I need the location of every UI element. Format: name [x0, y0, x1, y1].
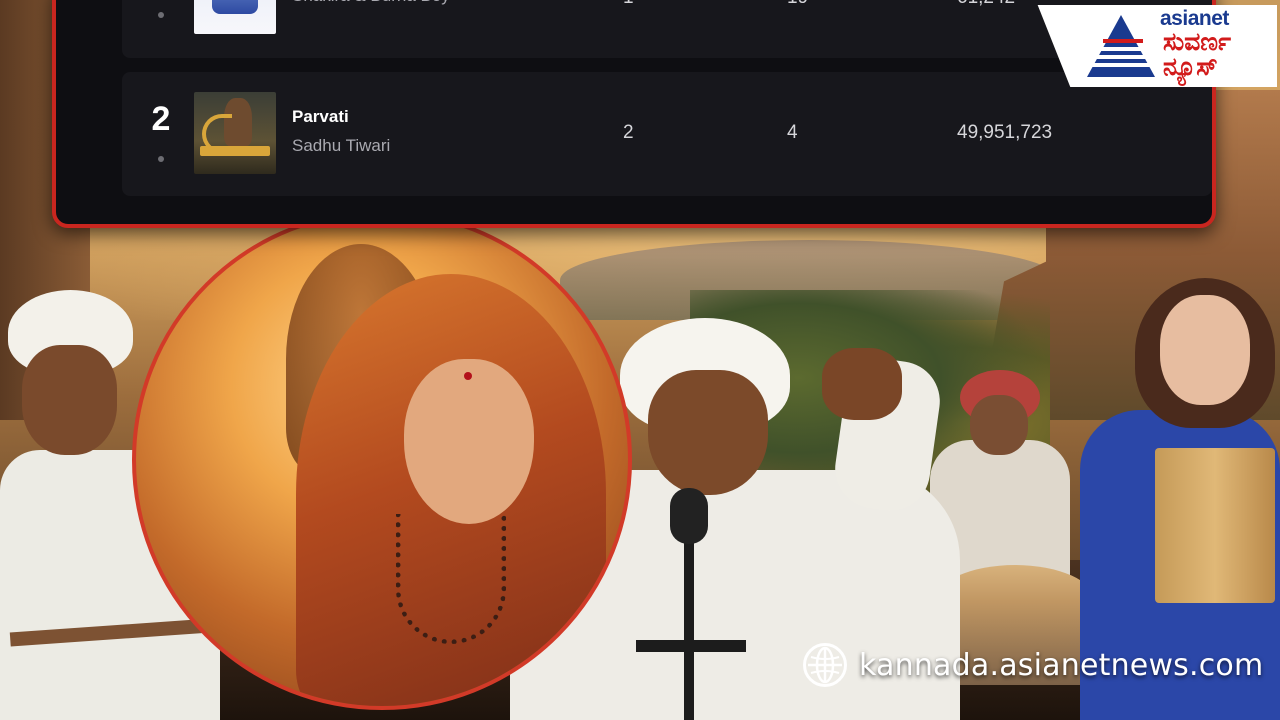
last-week-value: 1 [623, 0, 634, 9]
weeks-on-chart-value: 19 [787, 0, 808, 9]
globe-icon [803, 643, 847, 687]
microphone [670, 488, 708, 544]
necklace [396, 514, 506, 644]
streams-value: 49,951,723 [957, 122, 1053, 143]
artist-name: Shakira & Burna Boy [292, 0, 452, 9]
watermark-url: kannada.asianetnews.com [859, 647, 1264, 683]
album-cover [194, 92, 276, 174]
rank-change-dot [158, 156, 164, 162]
site-watermark: kannada.asianetnews.com [803, 642, 1263, 688]
streams-value: 61,242 [957, 0, 1015, 9]
song-title: Parvati [292, 107, 349, 126]
chart-row[interactable]: 2 Parvati Sadhu Tiwari 2 4 49,951,723 [122, 72, 1212, 196]
woman-face [404, 359, 534, 524]
mic-base [636, 640, 746, 652]
artist-name: Sadhu Tiwari [292, 136, 391, 155]
brand-name-kannada: ಸುವರ್ಣ ನ್ಯೂಸ್ [1163, 27, 1231, 81]
weeks-on-chart-value: 4 [787, 122, 798, 143]
album-cover [194, 0, 276, 34]
last-week-value: 2 [623, 122, 634, 143]
chart-panel: 1 Shakira & Burna Boy 1 19 61,242 2 Parv… [52, 0, 1216, 228]
circular-inset-image [132, 210, 632, 710]
rank-number: 2 [151, 100, 171, 138]
asianet-logo-icon [1087, 15, 1155, 77]
mic-stand [684, 540, 694, 720]
rank-change-dot [158, 12, 164, 18]
bindi [464, 372, 472, 380]
